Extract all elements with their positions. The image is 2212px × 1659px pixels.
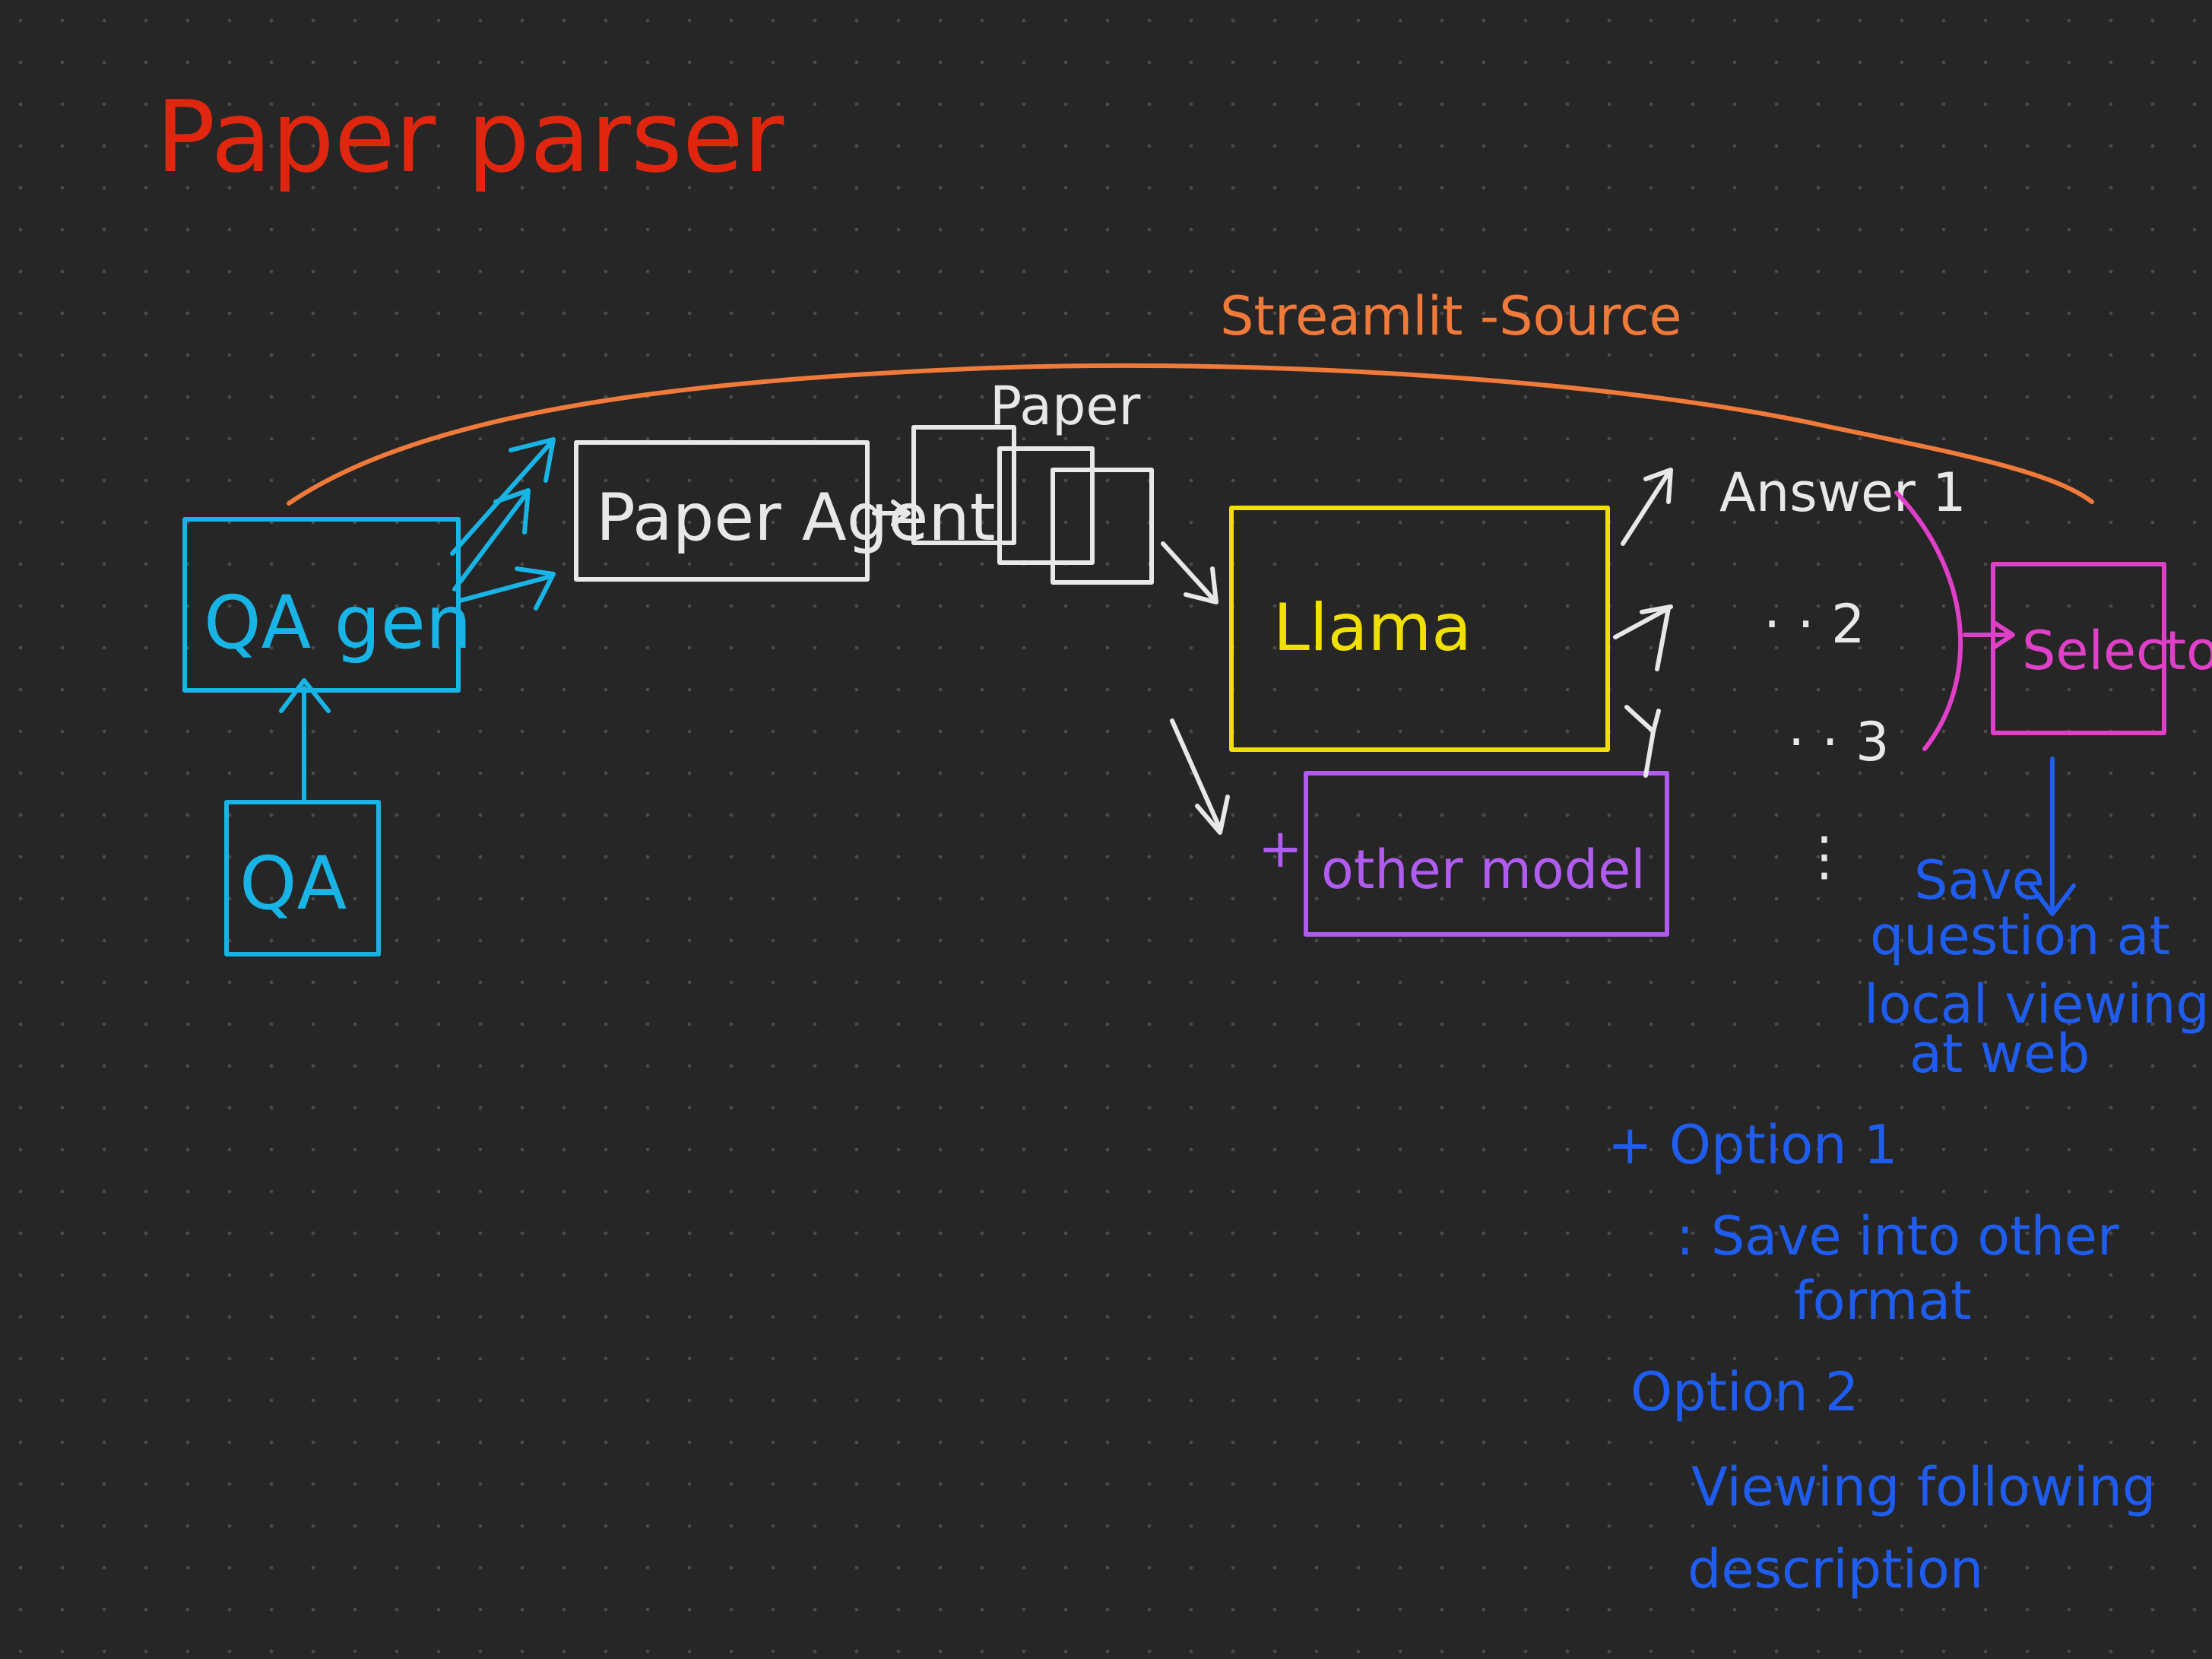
other-model-plus: + (1258, 817, 1303, 880)
svg-text:description: description (1688, 1538, 1983, 1600)
selector-label: Selector (2022, 620, 2212, 682)
answer-2: · · 2 (1764, 593, 1865, 655)
svg-text:format: format (1794, 1270, 1972, 1332)
dot-grid (0, 0, 2212, 1659)
svg-text:at web: at web (1909, 1023, 2090, 1085)
llama-label: Llama (1273, 590, 1472, 666)
svg-text:+ Option 1: + Option 1 (1608, 1114, 1897, 1176)
other-model-label: other model (1321, 839, 1646, 901)
qa-label: QA (239, 841, 347, 926)
streamlit-label: Streamlit -Source (1220, 285, 1682, 347)
page-title: Paper parser (156, 79, 784, 195)
svg-text:: Save into other: : Save into other (1676, 1205, 2119, 1267)
svg-text:Option 2: Option 2 (1630, 1361, 1859, 1423)
answer-more-dots: ⋮ (1798, 825, 1851, 887)
svg-text:question at: question at (1870, 905, 2170, 967)
svg-text:Save: Save (1914, 849, 2045, 912)
qa-gen-label: QA gen (204, 580, 472, 665)
answer-3: · · 3 (1788, 711, 1890, 773)
answer-1: Answer 1 (1719, 462, 1966, 524)
svg-text:Viewing following: Viewing following (1691, 1456, 2156, 1518)
whiteboard-canvas: Paper parser Streamlit -Source QA gen QA… (0, 0, 2212, 1659)
